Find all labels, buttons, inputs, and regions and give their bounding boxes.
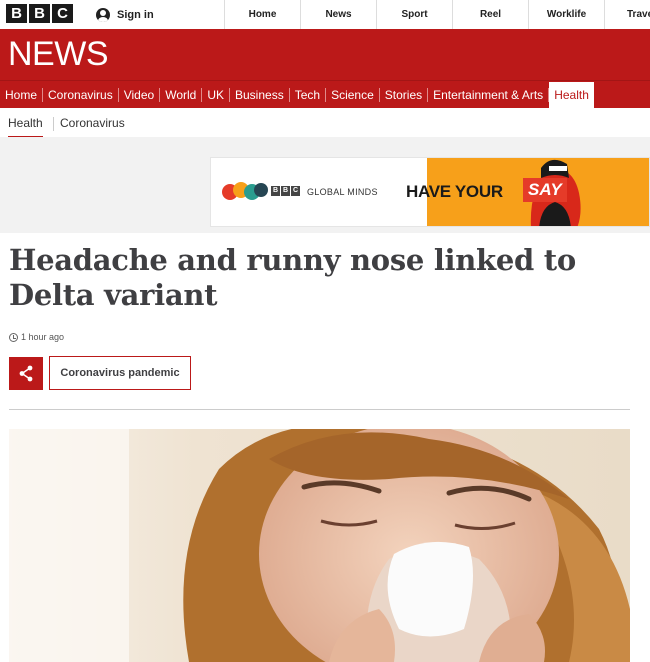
bbc-logo[interactable]: B B C: [6, 4, 73, 23]
subnav-divider: [53, 117, 54, 131]
category-entertainment-arts[interactable]: Entertainment & Arts: [428, 87, 550, 102]
ad-tagline: HAVE YOUR: [406, 182, 503, 201]
top-nav-worklife[interactable]: Worklife: [528, 0, 604, 29]
ad-program-name: GLOBAL MINDS: [307, 187, 378, 197]
article-timestamp: 1 hour ago: [9, 332, 64, 342]
clock-icon: [9, 332, 18, 342]
ad-logo-letter: B: [271, 186, 280, 196]
ad-logo-letter: C: [291, 186, 300, 196]
top-nav-news[interactable]: News: [300, 0, 376, 29]
woman-sneezing-photo: [9, 429, 630, 662]
user-icon: [96, 7, 110, 22]
ad-strip: B B C GLOBAL MINDS HAVE YOUR SAY: [0, 137, 650, 233]
sub-nav: Health Coronavirus: [0, 108, 650, 139]
category-nav: Home Coronavirus Video World UK Business…: [0, 80, 650, 108]
top-nav: Home News Sport Reel Worklife Travel: [224, 0, 650, 29]
ad-tagline-highlight: SAY: [523, 178, 567, 202]
top-bar: B B C Sign in Home News Sport Reel Workl…: [0, 0, 650, 30]
category-video[interactable]: Video: [119, 87, 161, 102]
category-science[interactable]: Science: [326, 87, 380, 102]
top-nav-reel[interactable]: Reel: [452, 0, 528, 29]
news-section-title[interactable]: NEWS: [8, 35, 109, 74]
sign-in-label: Sign in: [117, 8, 154, 21]
category-tech[interactable]: Tech: [290, 87, 327, 102]
logo-letter: C: [52, 4, 73, 23]
logo-letter: B: [6, 4, 27, 23]
category-home[interactable]: Home: [0, 87, 44, 102]
timestamp-text: 1 hour ago: [21, 332, 65, 342]
sign-in-link[interactable]: Sign in: [96, 0, 154, 29]
subnav-health[interactable]: Health: [8, 116, 43, 139]
global-minds-ad[interactable]: B B C GLOBAL MINDS HAVE YOUR SAY: [210, 157, 650, 227]
speech-bubbles-icon: [222, 182, 268, 200]
category-world[interactable]: World: [160, 87, 203, 102]
category-health[interactable]: Health: [549, 81, 594, 108]
top-nav-sport[interactable]: Sport: [376, 0, 452, 29]
share-button[interactable]: [9, 357, 43, 390]
topic-tag-button[interactable]: Coronavirus pandemic: [49, 356, 191, 390]
ad-logo-letter: B: [281, 186, 290, 196]
category-coronavirus[interactable]: Coronavirus: [43, 87, 119, 102]
top-nav-travel[interactable]: Travel: [604, 0, 650, 29]
news-banner: NEWS: [0, 29, 650, 80]
share-icon: [19, 365, 33, 382]
category-uk[interactable]: UK: [202, 87, 230, 102]
subnav-coronavirus[interactable]: Coronavirus: [60, 116, 125, 130]
top-nav-home[interactable]: Home: [224, 0, 300, 29]
article-headline: Headache and runny nose linked to Delta …: [9, 243, 576, 312]
logo-letter: B: [29, 4, 50, 23]
category-business[interactable]: Business: [230, 87, 290, 102]
ad-bbc-logo: B B C: [271, 186, 300, 196]
article-hero-image: [9, 429, 630, 662]
category-stories[interactable]: Stories: [380, 87, 429, 102]
article-divider: [9, 409, 630, 410]
